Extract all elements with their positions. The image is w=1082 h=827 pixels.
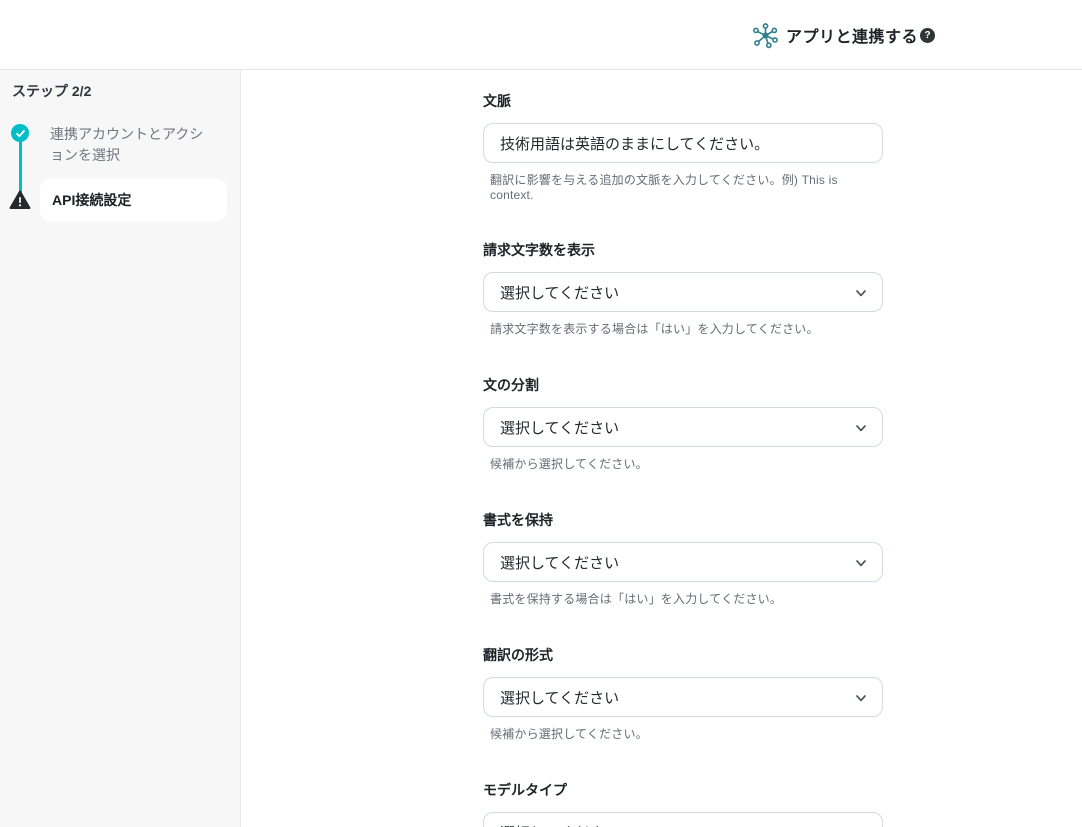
- field-helper: 請求文字数を表示する場合は「はい」を入力してください。: [490, 320, 883, 337]
- field-value: 選択してください: [500, 822, 619, 827]
- form-fields: 文脈 技術用語は英語のままにしてください。 翻訳に影響を与える追加の文脈を入力し…: [483, 91, 1082, 827]
- field-label: 書式を保持: [483, 510, 883, 530]
- sidebar-step-api-connection-settings[interactable]: API接続設定: [40, 178, 227, 222]
- context-input[interactable]: 技術用語は英語のままにしてください。: [483, 123, 883, 163]
- field-value: 選択してください: [500, 687, 619, 708]
- field-helper: 書式を保持する場合は「はい」を入力してください。: [490, 590, 883, 607]
- main-content: 文脈 技術用語は英語のままにしてください。 翻訳に影響を与える追加の文脈を入力し…: [241, 70, 1082, 827]
- show-billed-characters-select[interactable]: 選択してください: [483, 272, 883, 312]
- field-value: 選択してください: [500, 552, 619, 573]
- page: アプリと連携する ? ステップ 2/2 連携アカウントとアクションを選択 API…: [0, 0, 1082, 827]
- field-label: 文の分割: [483, 375, 883, 395]
- field-helper: 候補から選択してください。: [490, 725, 883, 742]
- header-title-group: アプリと連携する ?: [752, 0, 935, 70]
- step-counter: ステップ 2/2: [12, 81, 91, 101]
- molecule-icon: [752, 22, 779, 49]
- sidebar-step-select-account-action[interactable]: 連携アカウントとアクションを選択: [50, 124, 212, 166]
- chevron-down-icon: [854, 691, 868, 705]
- sidebar-step-label: API接続設定: [52, 190, 131, 210]
- field-value: 選択してください: [500, 417, 619, 438]
- field-value: 技術用語は英語のままにしてください。: [500, 133, 769, 154]
- preserve-formatting-select[interactable]: 選択してください: [483, 542, 883, 582]
- form-field-sentence-splitting: 文の分割 選択してください 候補から選択してください。: [483, 375, 883, 472]
- field-label: 請求文字数を表示: [483, 240, 883, 260]
- stepper-connector: [19, 138, 22, 194]
- field-helper: 翻訳に影響を与える追加の文脈を入力してください。例) This is conte…: [490, 171, 883, 202]
- model-type-select[interactable]: 選択してください: [483, 812, 883, 827]
- chevron-down-icon: [854, 421, 868, 435]
- form-field-model-type: モデルタイプ 選択してください 候補から選択してください。: [483, 780, 883, 827]
- header: アプリと連携する ?: [0, 0, 1082, 70]
- chevron-down-icon: [854, 286, 868, 300]
- form-field-context: 文脈 技術用語は英語のままにしてください。 翻訳に影響を与える追加の文脈を入力し…: [483, 91, 883, 202]
- form-field-show-billed-characters: 請求文字数を表示 選択してください 請求文字数を表示する場合は「はい」を入力して…: [483, 240, 883, 337]
- form-field-preserve-formatting: 書式を保持 選択してください 書式を保持する場合は「はい」を入力してください。: [483, 510, 883, 607]
- field-helper: 候補から選択してください。: [490, 455, 883, 472]
- warning-triangle-icon: [9, 190, 31, 210]
- field-label: モデルタイプ: [483, 780, 883, 800]
- translation-format-select[interactable]: 選択してください: [483, 677, 883, 717]
- help-icon[interactable]: ?: [920, 28, 935, 43]
- sentence-splitting-select[interactable]: 選択してください: [483, 407, 883, 447]
- page-title: アプリと連携する: [786, 23, 918, 47]
- field-value: 選択してください: [500, 282, 619, 303]
- chevron-down-icon: [854, 556, 868, 570]
- form-field-translation-format: 翻訳の形式 選択してください 候補から選択してください。: [483, 645, 883, 742]
- field-label: 文脈: [483, 91, 883, 111]
- field-label: 翻訳の形式: [483, 645, 883, 665]
- sidebar: ステップ 2/2 連携アカウントとアクションを選択 API接続設定: [0, 70, 241, 827]
